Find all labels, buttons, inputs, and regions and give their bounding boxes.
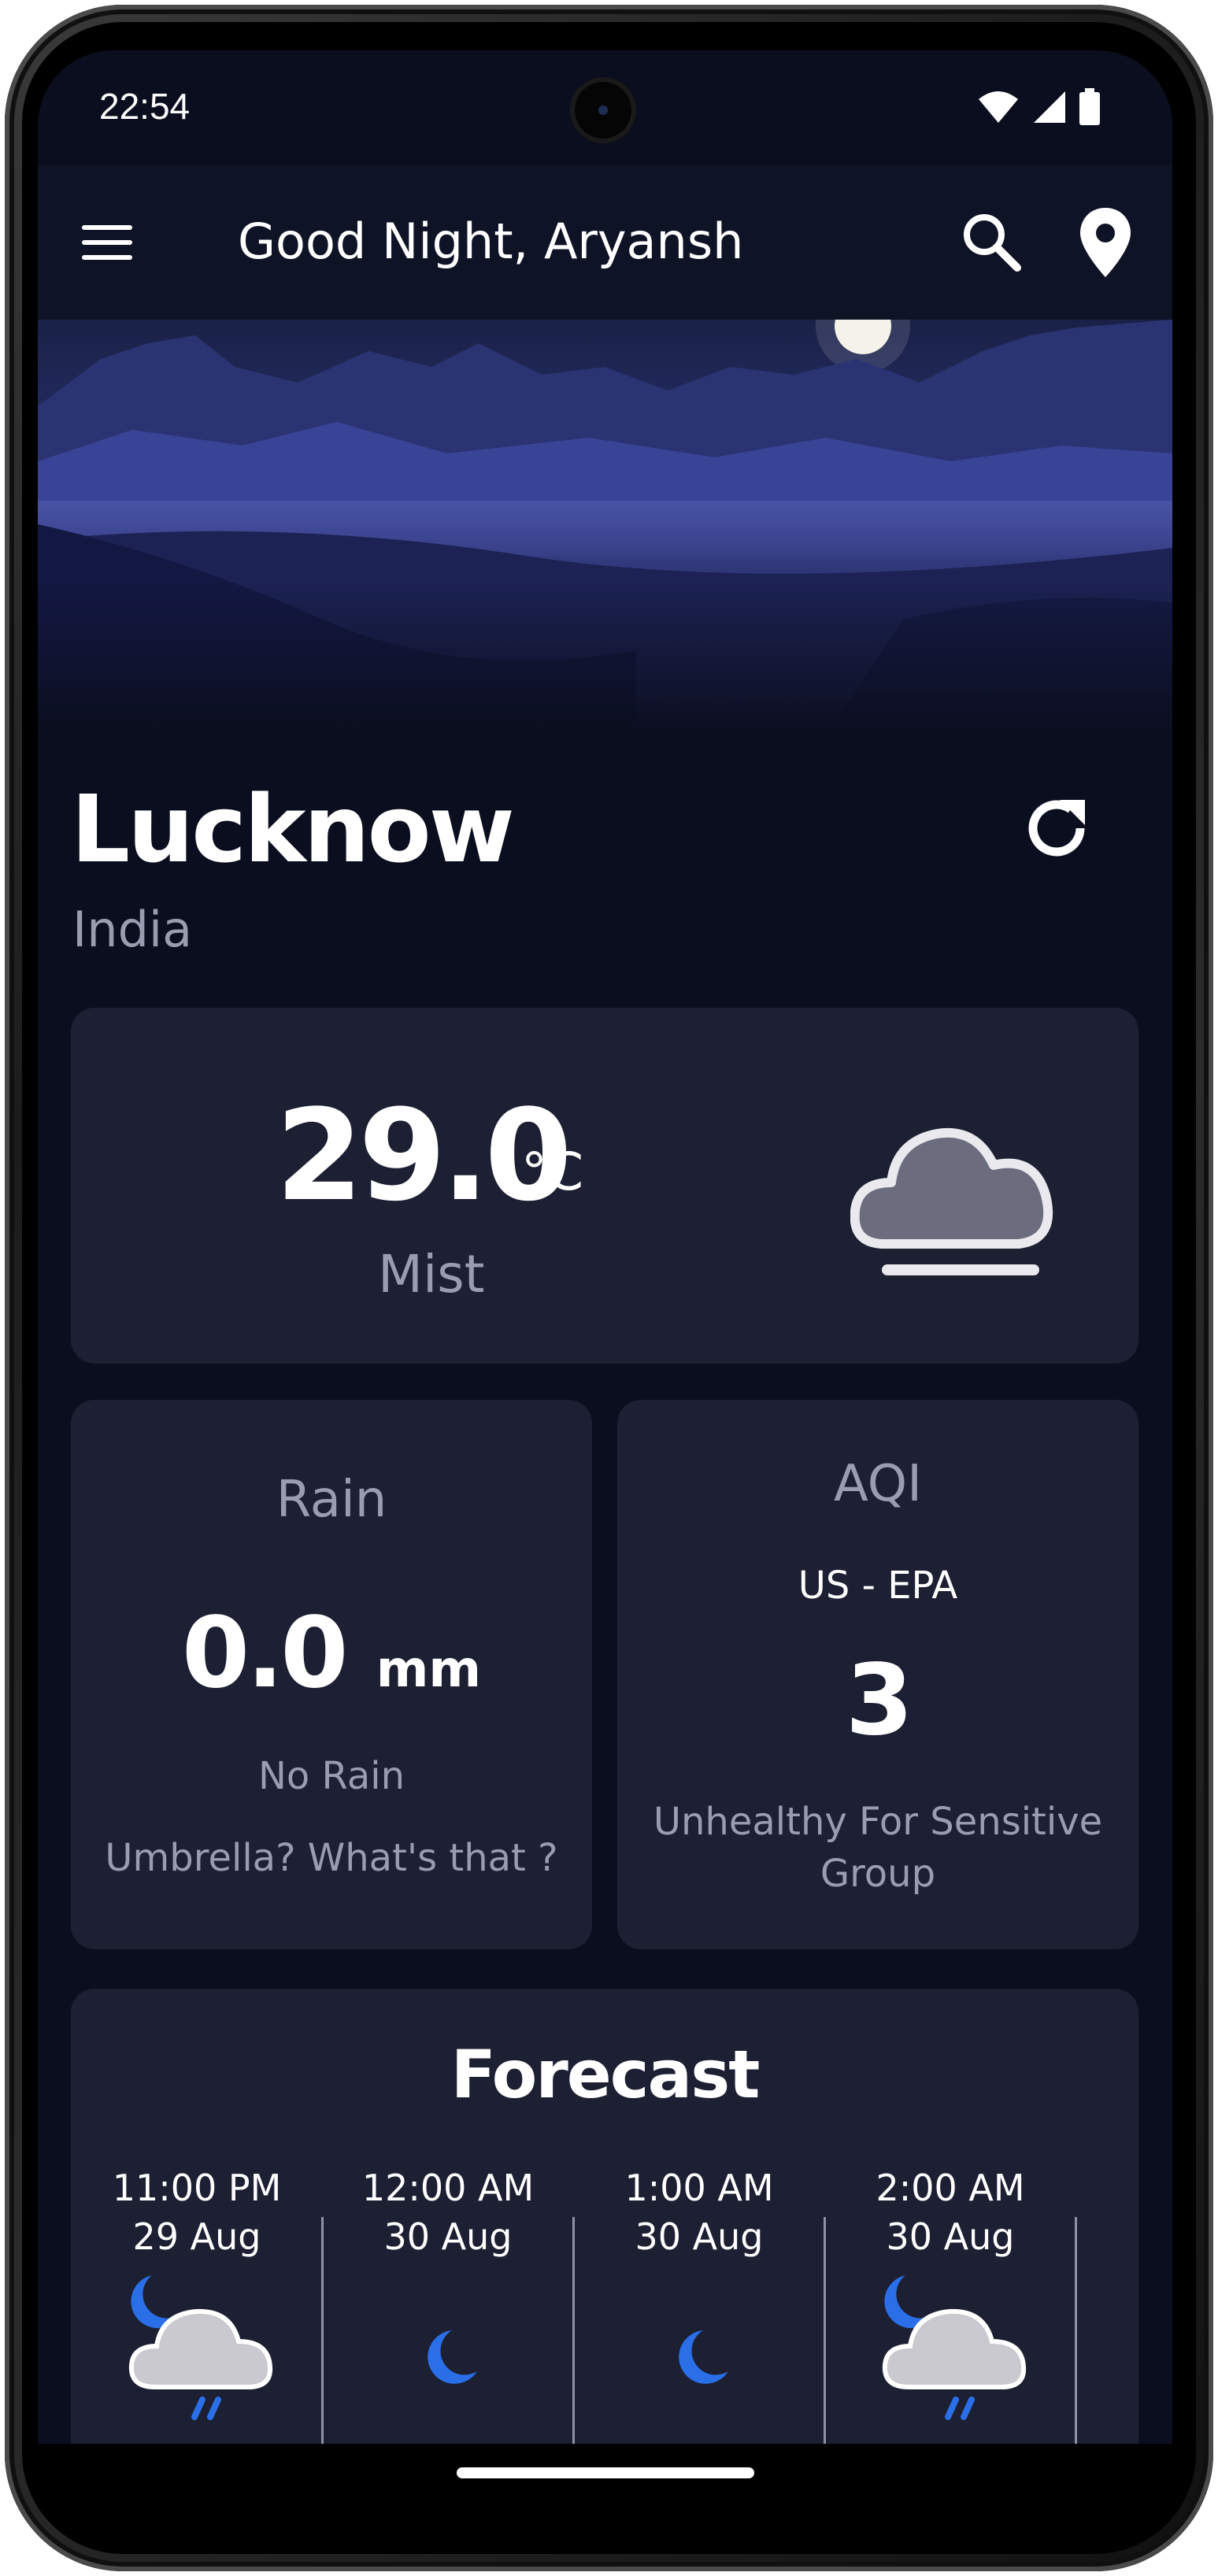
status-time: 22:54: [99, 86, 191, 127]
aqi-category-line2: Group: [820, 1852, 936, 1896]
city-name: Lucknow: [71, 775, 515, 883]
mist-cloud-icon: [850, 1127, 1053, 1275]
wifi-icon: [979, 91, 1018, 123]
home-gesture-handle[interactable]: [457, 2467, 754, 2478]
forecast-title: Forecast: [450, 2036, 761, 2113]
rain-card: Rain 0.0 mm No Rain Umbrella? What's tha…: [71, 1400, 592, 1949]
aqi-category-line1: Unhealthy For Sensitive: [653, 1800, 1103, 1844]
rain-unit: mm: [376, 1641, 482, 1699]
app-bar: Good Night, Aryansh: [38, 165, 1172, 320]
rain-amount: 0.0 mm: [71, 1597, 592, 1710]
moon-cloud-rain-icon: [882, 2275, 1027, 2420]
crescent-moon-icon: [428, 2330, 477, 2384]
rain-title: Rain: [276, 1471, 387, 1529]
rain-note: Umbrella? What's that ?: [105, 1836, 558, 1880]
forecast-time: 12:00 AM: [361, 2167, 535, 2209]
forecast-date: 30 Aug: [383, 2215, 513, 2258]
forecast-time: 11:00 PM: [112, 2167, 282, 2209]
forecast-date: 29 Aug: [132, 2215, 261, 2258]
location-pin-icon[interactable]: [1077, 206, 1134, 279]
search-icon[interactable]: [959, 209, 1025, 276]
rain-value: 0.0: [181, 1597, 349, 1710]
rain-status: No Rain: [258, 1754, 405, 1798]
weather-condition: Mist: [378, 1244, 485, 1305]
country-name: India: [72, 901, 193, 958]
forecast-time: 1:00 AM: [624, 2167, 774, 2209]
status-icons: [977, 88, 1101, 126]
front-camera: [570, 77, 636, 143]
aqi-title: AQI: [834, 1455, 922, 1513]
status-bar: 22:54: [38, 50, 1172, 165]
forecast-time: 2:00 AM: [876, 2167, 1025, 2209]
hamburger-menu-icon[interactable]: [82, 217, 132, 268]
aqi-card: AQI US - EPA 3 Unhealthy For Sensitive G…: [617, 1400, 1138, 1949]
refresh-icon[interactable]: [1017, 789, 1096, 868]
night-landscape-banner: [38, 320, 1172, 737]
aqi-value: 3: [845, 1644, 913, 1757]
current-weather-card: 29.0 °C Mist: [71, 1008, 1138, 1364]
battery-icon: [1079, 88, 1100, 125]
phone-mockup: 22:54 Good Night, Aryansh Lucknow India …: [0, 0, 1218, 2576]
signal-icon: [1034, 91, 1065, 123]
crescent-moon-icon: [679, 2330, 728, 2384]
temperature-unit: °C: [521, 1142, 584, 1202]
forecast-card: Forecast 11:00 PM 29 Aug 12:00 AM 30 Aug: [71, 1989, 1138, 2510]
forecast-date: 30 Aug: [886, 2215, 1015, 2258]
moon-cloud-rain-icon: [128, 2275, 273, 2420]
app-screen: 22:54 Good Night, Aryansh Lucknow India …: [38, 50, 1172, 2510]
greeting-title: Good Night, Aryansh: [238, 213, 744, 270]
forecast-date: 30 Aug: [635, 2215, 764, 2258]
aqi-standard: US - EPA: [798, 1564, 958, 1608]
